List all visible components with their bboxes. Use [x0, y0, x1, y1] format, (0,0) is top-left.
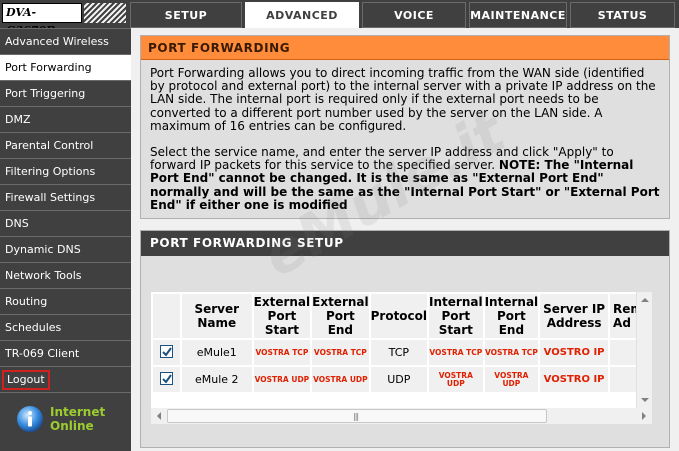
sidebar-item-logout[interactable]: Logout	[0, 367, 131, 393]
check-icon	[162, 346, 172, 357]
check-icon	[162, 373, 172, 384]
globe-info-icon	[17, 406, 43, 432]
col-server-name: Server Name	[181, 294, 252, 338]
row-checkbox-cell	[153, 367, 180, 392]
top-bar: DVA-G3670B SETUP ADVANCED VOICE MAINTENA…	[0, 0, 679, 37]
table-header-row: Server Name External Port Start External…	[153, 294, 650, 338]
tab-advanced[interactable]: ADVANCED	[245, 2, 359, 30]
model-decoration	[84, 3, 126, 23]
page-title: PORT FORWARDING	[141, 36, 669, 60]
sidebar-item-dns[interactable]: DNS	[0, 211, 131, 237]
scroll-grip-icon: |||	[353, 412, 359, 421]
ext-port-start-cell: VOSTRA UDP	[253, 367, 311, 392]
int-port-start-cell: VOSTRA TCP	[429, 340, 483, 365]
server-ip-cell: VOSTRO IP	[540, 367, 609, 392]
status-line-internet: Internet	[50, 405, 106, 419]
server-name-cell: eMule 2	[181, 367, 252, 392]
table-row: eMule 2 VOSTRA UDP VOSTRA UDP UDP VOSTRA…	[153, 367, 650, 392]
col-external-port-start: External Port Start	[253, 294, 311, 338]
main-tabs: SETUP ADVANCED VOICE MAINTENANCE STATUS	[130, 2, 678, 30]
port-forwarding-table-area[interactable]: Server Name External Port Start External…	[151, 292, 652, 424]
horizontal-scroll-thumb[interactable]: |||	[167, 409, 547, 423]
status-line-online: Online	[50, 419, 94, 433]
sidebar-item-advanced-wireless[interactable]: Advanced Wireless	[0, 29, 131, 55]
col-external-port-end: External Port End	[312, 294, 369, 338]
sidebar-item-dynamic-dns[interactable]: Dynamic DNS	[0, 237, 131, 263]
scroll-down-icon[interactable]	[637, 392, 652, 408]
col-protocol: Protocol	[370, 294, 428, 338]
sidebar-item-network-tools[interactable]: Network Tools	[0, 263, 131, 289]
sidebar-item-port-forwarding[interactable]: Port Forwarding	[0, 55, 131, 81]
ext-port-end-cell: VOSTRA UDP	[312, 367, 369, 392]
scroll-up-icon[interactable]	[637, 292, 652, 308]
ext-port-end-cell: VOSTRA TCP	[312, 340, 369, 365]
tab-status[interactable]: STATUS	[570, 2, 675, 28]
sidebar-item-schedules[interactable]: Schedules	[0, 315, 131, 341]
horizontal-scrollbar[interactable]: |||	[151, 408, 652, 424]
sidebar-item-port-triggering[interactable]: Port Triggering	[0, 81, 131, 107]
row-checkbox[interactable]	[159, 371, 173, 385]
int-port-start-cell: VOSTRA UDP	[429, 367, 483, 392]
scroll-left-icon[interactable]	[151, 408, 167, 424]
internet-status-text: Internet Online	[50, 405, 105, 433]
description: Port Forwarding allows you to direct inc…	[141, 60, 669, 218]
protocol-cell: UDP	[370, 367, 428, 392]
description-para1: Port Forwarding allows you to direct inc…	[150, 66, 656, 133]
server-ip-cell: VOSTRO IP	[540, 340, 609, 365]
description-para2: Select the service name, and enter the s…	[150, 145, 660, 212]
tab-setup[interactable]: SETUP	[130, 2, 242, 28]
scroll-right-icon[interactable]	[636, 408, 652, 424]
table-row: eMule1 VOSTRA TCP VOSTRA TCP TCP VOSTRA …	[153, 340, 650, 365]
logout-label[interactable]: Logout	[2, 370, 50, 390]
protocol-cell: TCP	[370, 340, 428, 365]
ext-port-start-cell: VOSTRA TCP	[253, 340, 311, 365]
model-label: DVA-G3670B	[2, 3, 82, 37]
col-internal-port-end: Internal Port End	[484, 294, 539, 338]
sidebar-item-parental-control[interactable]: Parental Control	[0, 133, 131, 159]
internet-status: Internet Online	[16, 403, 126, 443]
row-checkbox[interactable]	[159, 344, 173, 358]
vertical-scrollbar[interactable]	[636, 292, 652, 408]
sidebar-item-dmz[interactable]: DMZ	[0, 107, 131, 133]
sidebar-item-filtering-options[interactable]: Filtering Options	[0, 159, 131, 185]
tab-maintenance[interactable]: MAINTENANCE	[469, 2, 567, 28]
server-name-cell: eMule1	[181, 340, 252, 365]
port-forwarding-table: Server Name External Port Start External…	[151, 292, 652, 394]
tab-voice[interactable]: VOICE	[362, 2, 466, 28]
int-port-end-cell: VOSTRA UDP	[484, 367, 539, 392]
setup-title: PORT FORWARDING SETUP	[141, 231, 669, 257]
int-port-end-cell: VOSTRA TCP	[484, 340, 539, 365]
col-server-ip: Server IP Address	[540, 294, 609, 338]
port-forwarding-box: PORT FORWARDING Port Forwarding allows y…	[140, 35, 670, 220]
sidebar-item-tr069-client[interactable]: TR-069 Client	[0, 341, 131, 367]
col-select	[153, 294, 180, 338]
sidebar: Advanced Wireless Port Forwarding Port T…	[0, 28, 131, 451]
row-checkbox-cell	[153, 340, 180, 365]
sidebar-item-firewall-settings[interactable]: Firewall Settings	[0, 185, 131, 211]
col-internal-port-start: Internal Port Start	[429, 294, 483, 338]
sidebar-item-routing[interactable]: Routing	[0, 289, 131, 315]
